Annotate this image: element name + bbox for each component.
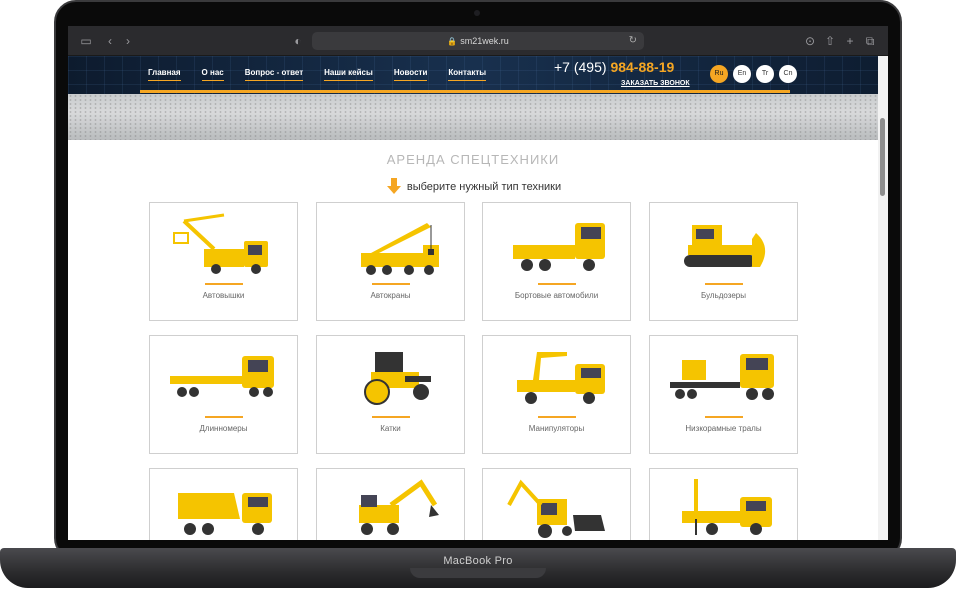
dump-truck-icon: [178, 493, 272, 535]
main-nav: Главная О нас Вопрос - ответ Наши кейсы …: [148, 68, 507, 81]
lang-cn[interactable]: Cn: [779, 65, 797, 83]
arrow-down-icon: [386, 178, 401, 194]
shield-icon[interactable]: ◐: [290, 33, 306, 49]
phone-main: 984-88-19: [610, 59, 675, 75]
category-card-drilling-truck[interactable]: [649, 468, 798, 540]
card-accent-line: [538, 283, 576, 285]
address-bar[interactable]: 🔒 sm21wek.ru ↻: [312, 32, 644, 50]
category-label: Бульдозеры: [701, 291, 746, 300]
lang-tr[interactable]: Tr: [756, 65, 774, 83]
card-accent-line: [372, 416, 410, 418]
category-card-backhoe-loader[interactable]: [482, 468, 631, 540]
category-card-long-trailer-truck[interactable]: Длинномеры: [149, 335, 298, 454]
url-text: sm21wek.ru: [460, 36, 509, 46]
browser-toolbar: ▭ ‹ › ◐ 🔒 sm21wek.ru ↻ ⊙ ⇧ + ⧉: [68, 26, 888, 56]
road-roller-icon: [364, 352, 431, 405]
tabs-icon[interactable]: ⧉: [862, 33, 878, 49]
category-label: Длинномеры: [199, 424, 248, 433]
subtitle-text: выберите нужный тип техники: [406, 181, 562, 193]
category-label: Бортовые автомобили: [514, 291, 599, 300]
category-label: Катки: [380, 424, 401, 433]
category-card-road-roller[interactable]: Катки: [316, 335, 465, 454]
screen: ▭ ‹ › ◐ 🔒 sm21wek.ru ↻ ⊙ ⇧ + ⧉ Главная О …: [68, 26, 888, 540]
callback-link[interactable]: ЗАКАЗАТЬ ЗВОНОК: [621, 80, 690, 87]
nav-news[interactable]: Новости: [393, 68, 428, 81]
lang-ru[interactable]: Ru: [710, 65, 728, 83]
section-title: АРЕНДА СПЕЦТЕХНИКИ: [386, 152, 560, 167]
card-accent-line: [372, 283, 410, 285]
new-tab-icon[interactable]: +: [842, 33, 858, 49]
category-card-crane-manipulator-truck[interactable]: Манипуляторы: [482, 335, 631, 454]
brand-label: MacBook Pro: [443, 555, 513, 567]
nav-home[interactable]: Главная: [148, 68, 181, 81]
camera: [474, 10, 480, 16]
category-card-lowboy-trailer[interactable]: Низкорамные тралы: [649, 335, 798, 454]
site-header: Главная О нас Вопрос - ответ Наши кейсы …: [68, 56, 878, 94]
phone-number[interactable]: +7 (495) 984-88-19: [554, 59, 674, 75]
section-subtitle: выберите нужный тип техники: [68, 177, 878, 195]
card-accent-line: [705, 283, 743, 285]
aerial-platform-truck-icon: [173, 213, 268, 274]
card-accent-line: [205, 283, 243, 285]
share-icon[interactable]: ⇧: [822, 33, 838, 49]
category-card-flatbed-truck[interactable]: Бортовые автомобили: [482, 202, 631, 321]
category-card-aerial-platform-truck[interactable]: Автовышки: [149, 202, 298, 321]
scrollbar-thumb[interactable]: [880, 118, 885, 196]
lang-en[interactable]: En: [733, 65, 751, 83]
nav-contacts[interactable]: Контакты: [448, 68, 487, 81]
flatbed-truck-icon: [513, 223, 605, 271]
category-card-wheeled-excavator[interactable]: [316, 468, 465, 540]
back-icon[interactable]: ‹: [102, 33, 118, 49]
reload-icon[interactable]: ↻: [629, 32, 637, 50]
nav-cases[interactable]: Наши кейсы: [324, 68, 373, 81]
card-accent-line: [705, 416, 743, 418]
category-card-truck-crane[interactable]: Автокраны: [316, 202, 465, 321]
lowboy-trailer-icon: [670, 354, 774, 400]
nav-faq[interactable]: Вопрос - ответ: [244, 68, 304, 81]
long-trailer-truck-icon: [170, 356, 274, 397]
laptop-notch: [410, 568, 546, 578]
language-switcher: Ru En Tr Cn: [710, 65, 797, 83]
hero-banner: [68, 94, 878, 140]
backhoe-loader-icon: [507, 479, 605, 538]
truck-crane-icon: [361, 223, 439, 275]
category-label: Низкорамные тралы: [685, 424, 762, 433]
card-accent-line: [205, 416, 243, 418]
category-card-bulldozer[interactable]: Бульдозеры: [649, 202, 798, 321]
card-accent-line: [538, 416, 576, 418]
category-label: Автокраны: [370, 291, 411, 300]
crane-manipulator-truck-icon: [517, 352, 605, 404]
download-icon[interactable]: ⊙: [802, 33, 818, 49]
forward-icon[interactable]: ›: [120, 33, 136, 49]
category-label: Манипуляторы: [528, 424, 585, 433]
lock-icon: 🔒: [447, 37, 458, 46]
sidebar-icon[interactable]: ▭: [78, 33, 94, 49]
category-label: Автовышки: [202, 291, 245, 300]
category-card-dump-truck[interactable]: [149, 468, 298, 540]
bulldozer-icon: [684, 225, 766, 267]
wheeled-excavator-icon: [359, 479, 439, 535]
header-accent-stripe: [140, 90, 790, 93]
nav-about[interactable]: О нас: [201, 68, 224, 81]
drilling-truck-icon: [682, 479, 772, 535]
phone-prefix: +7 (495): [554, 59, 607, 75]
laptop-frame: MacBook Pro ▭ ‹ › ◐ 🔒 sm21wek.ru ↻ ⊙ ⇧ + …: [0, 0, 956, 602]
